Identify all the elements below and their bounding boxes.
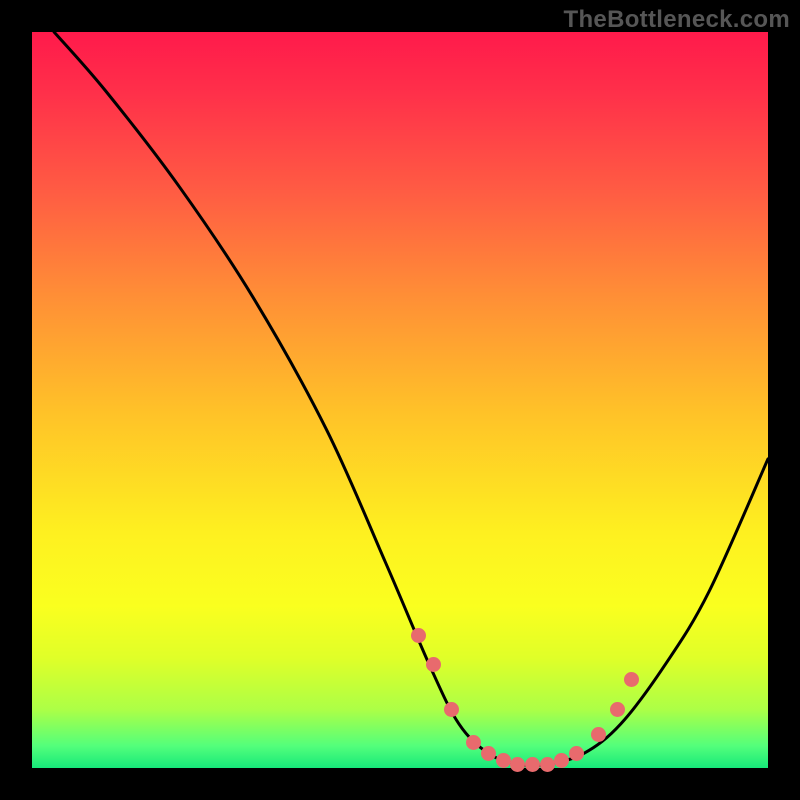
marker-dot — [569, 746, 584, 761]
curve-svg — [32, 32, 768, 768]
marker-dot — [466, 735, 481, 750]
marker-dot — [496, 753, 511, 768]
marker-dot — [540, 757, 555, 772]
marker-dot — [610, 702, 625, 717]
marker-dot — [411, 628, 426, 643]
marker-dot — [426, 657, 441, 672]
chart-frame: TheBottleneck.com — [0, 0, 800, 800]
marker-dot — [525, 757, 540, 772]
watermark-text: TheBottleneck.com — [564, 6, 790, 34]
plot-area — [32, 32, 768, 768]
marker-dot — [510, 757, 525, 772]
marker-dot — [444, 702, 459, 717]
marker-dot — [481, 746, 496, 761]
curve-path — [54, 32, 768, 766]
